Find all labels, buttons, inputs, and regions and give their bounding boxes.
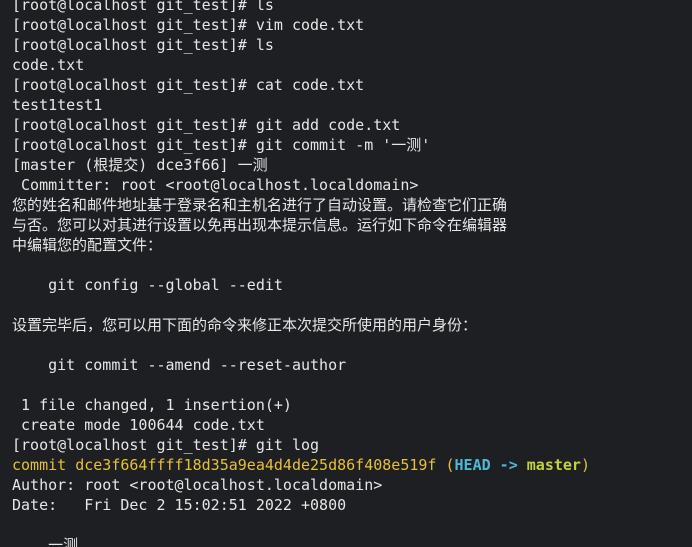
terminal-line: code.txt [12, 56, 85, 74]
head-ref: HEAD -> [454, 456, 518, 474]
terminal-line: 1 file changed, 1 insertion(+) [12, 396, 292, 414]
terminal-line: [root@localhost git_test]# ls [12, 0, 274, 14]
terminal-line: 中编辑您的配置文件： [12, 236, 163, 254]
terminal-line: Date: Fri Dec 2 15:02:51 2022 +0800 [12, 496, 347, 514]
terminal-line: 您的姓名和邮件地址基于登录名和主机名进行了自动设置。请检查它们正确 [12, 196, 508, 214]
terminal-line: [root@localhost git_test]# ls [12, 36, 274, 54]
terminal-line: 与否。您可以对其进行设置以免再出现本提示信息。运行如下命令在编辑器 [12, 216, 508, 234]
terminal-line: git commit --amend --reset-author [12, 356, 347, 374]
terminal-window[interactable]: [root@localhost git_test]# ls [root@loca… [0, 0, 692, 547]
branch-ref: master [526, 456, 581, 474]
terminal-line: [root@localhost git_test]# git log [12, 436, 320, 454]
terminal-line: create mode 100644 code.txt [12, 416, 265, 434]
terminal-line: test1test1 [12, 96, 103, 114]
terminal-line: [root@localhost git_test]# git commit -m… [12, 136, 431, 154]
terminal-line: Author: root <root@localhost.localdomain… [12, 476, 383, 494]
terminal-line: 一测 [12, 536, 79, 547]
ref-separator [518, 456, 527, 474]
terminal-line: 设置完毕后，您可以用下面的命令来修正本次提交所使用的用户身份： [12, 316, 478, 334]
terminal-line: [root@localhost git_test]# git add code.… [12, 116, 401, 134]
terminal-output: [root@localhost git_test]# ls [root@loca… [12, 0, 692, 547]
terminal-line: [root@localhost git_test]# cat code.txt [12, 76, 365, 94]
terminal-line: [master (根提交) dce3f66] 一测 [12, 156, 268, 174]
commit-suffix: ) [580, 456, 590, 474]
terminal-line: Committer: root <root@localhost.localdom… [12, 176, 419, 194]
terminal-line: git config --global --edit [12, 276, 283, 294]
terminal-line: [root@localhost git_test]# vim code.txt [12, 16, 365, 34]
commit-hash: commit dce3f664ffff18d35a9ea4d4de25d86f4… [12, 456, 455, 474]
commit-line: commit dce3f664ffff18d35a9ea4d4de25d86f4… [12, 455, 692, 475]
